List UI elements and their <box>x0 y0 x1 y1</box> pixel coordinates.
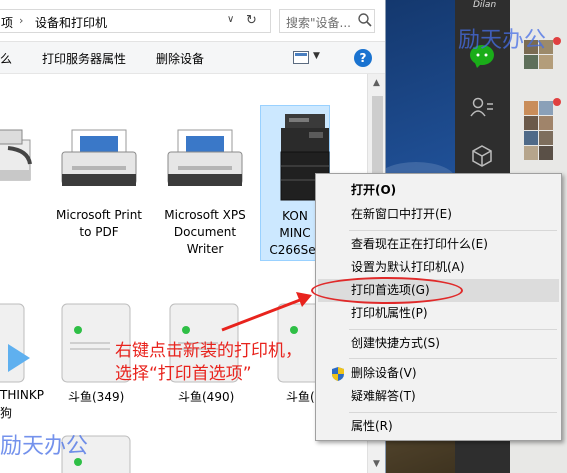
menu-item-troubleshoot[interactable]: 疑难解答(T) <box>318 385 559 408</box>
chat-avatar[interactable] <box>524 131 538 145</box>
fax-device-tile[interactable] <box>0 120 40 190</box>
device-label: 斗鱼( <box>286 390 315 404</box>
scroll-down-icon[interactable]: ▼ <box>373 459 380 469</box>
view-dropdown-icon[interactable]: ▼ <box>313 51 320 61</box>
device-label: 斗鱼(490) <box>178 390 235 404</box>
device-label: 斗鱼(349) <box>68 390 125 404</box>
menu-separator <box>349 329 557 330</box>
unread-badge <box>553 98 561 106</box>
chat-avatar[interactable] <box>539 101 553 115</box>
menu-item-open[interactable]: 打开(O) <box>318 179 559 202</box>
menu-item-set-default-printer[interactable]: 设置为默认打印机(A) <box>318 256 559 279</box>
print-server-properties-button[interactable]: 打印服务器属性 <box>42 50 126 67</box>
scroll-up-icon[interactable]: ▲ <box>373 78 380 88</box>
menu-item-open-new-window[interactable]: 在新窗口中打开(E) <box>318 203 559 226</box>
address-dropdown-icon[interactable]: ∨ <box>227 14 234 25</box>
contacts-icon[interactable] <box>470 96 494 118</box>
breadcrumb-partial[interactable]: 项 <box>1 14 13 31</box>
chat-avatar[interactable] <box>524 55 538 69</box>
chat-avatar[interactable] <box>539 146 553 160</box>
device-tile-xps-writer[interactable]: Microsoft XPS Document Writer <box>157 82 253 262</box>
annotation-text: 右键点击新装的打印机， 选择“打印首选项” <box>115 340 302 386</box>
highlight-ellipse <box>311 277 463 304</box>
media-device-tile-thinkpad[interactable]: THINKP 狗 <box>0 300 44 420</box>
search-icon[interactable] <box>357 12 373 28</box>
breadcrumb-current[interactable]: 设备和打印机 <box>35 14 107 31</box>
menu-item-properties[interactable]: 属性(R) <box>318 415 559 438</box>
device-label: Microsoft XPS Document Writer <box>164 208 246 256</box>
device-tile-print-to-pdf[interactable]: Microsoft Print to PDF <box>51 82 147 262</box>
printer-icon <box>61 129 137 186</box>
device-label: Microsoft Print to PDF <box>55 208 143 239</box>
chat-avatar[interactable] <box>524 116 538 130</box>
toolbar-partial-button[interactable]: 么 <box>0 50 12 67</box>
search-placeholder: 搜索"设备... <box>286 16 351 30</box>
menu-separator <box>349 358 557 359</box>
menu-item-remove-device[interactable]: 删除设备(V) <box>318 362 559 385</box>
printer-icon <box>167 129 243 186</box>
chat-avatar[interactable] <box>524 146 538 160</box>
uac-shield-icon <box>332 367 344 381</box>
address-bar-row: 项 › 设备和打印机 ∨ ↻ 搜索"设备... <box>0 0 385 42</box>
watermark-bottom: 励天办公 <box>0 434 89 459</box>
command-bar: 么 打印服务器属性 删除设备 ▼ ? <box>0 42 385 74</box>
search-input[interactable]: 搜索"设备... <box>279 9 375 33</box>
address-box[interactable]: 项 › 设备和打印机 ∨ ↻ <box>0 9 271 33</box>
annotation-line1: 右键点击新装的打印机， <box>115 341 302 361</box>
context-menu: 打开(O) 在新窗口中打开(E) 查看现在正在打印什么(E) 设置为默认打印机(… <box>315 173 562 441</box>
menu-separator <box>349 412 557 413</box>
device-label: THINKP <box>0 388 44 402</box>
chat-avatar[interactable] <box>539 55 553 69</box>
menu-item-see-whats-printing[interactable]: 查看现在正在打印什么(E) <box>318 233 559 256</box>
chat-avatar[interactable] <box>539 131 553 145</box>
help-icon[interactable]: ? <box>354 49 372 67</box>
menu-separator <box>349 230 557 231</box>
annotation-line2: 选择“打印首选项” <box>115 364 252 384</box>
remove-device-button[interactable]: 删除设备 <box>156 50 204 67</box>
menu-item-create-shortcut[interactable]: 创建快捷方式(S) <box>318 332 559 355</box>
watermark-top: 励天办公 <box>458 28 547 53</box>
favorites-cube-icon[interactable] <box>470 144 494 168</box>
breadcrumb-separator[interactable]: › <box>19 14 23 27</box>
device-label: 狗 <box>0 406 13 420</box>
chat-avatar[interactable] <box>539 116 553 130</box>
view-options-icon[interactable] <box>293 51 309 64</box>
menu-item-printer-properties[interactable]: 打印机属性(P) <box>318 302 559 325</box>
refresh-icon[interactable]: ↻ <box>246 13 257 28</box>
unread-badge <box>553 37 561 45</box>
chat-avatar[interactable] <box>524 101 538 115</box>
app-logo-text: Dilan <box>473 0 497 10</box>
menu-item-label: 删除设备(V) <box>351 366 417 380</box>
